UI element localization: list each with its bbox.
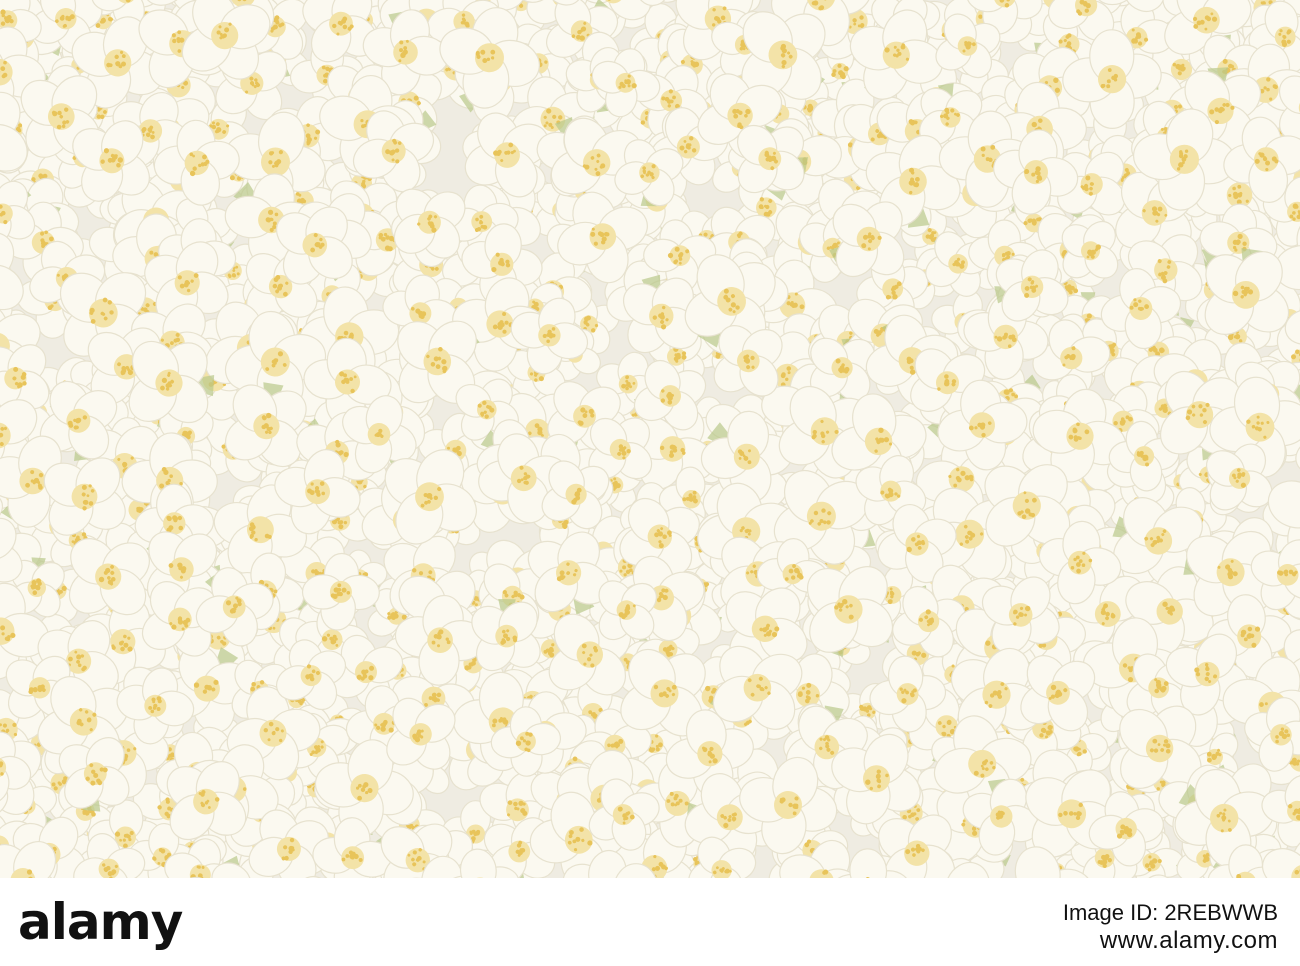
- watermark-footer: alamy Image ID: 2REBWWB www.alamy.com: [0, 878, 1300, 966]
- image-url: www.alamy.com: [1099, 927, 1278, 954]
- image-id-label: Image ID: 2REBWWB: [1062, 900, 1278, 925]
- stock-photo: [0, 0, 1300, 878]
- alamy-logo: alamy: [18, 893, 183, 951]
- white-blossoms-image: [0, 0, 1300, 878]
- image-id-block: Image ID: 2REBWWB www.alamy.com: [1063, 900, 1278, 954]
